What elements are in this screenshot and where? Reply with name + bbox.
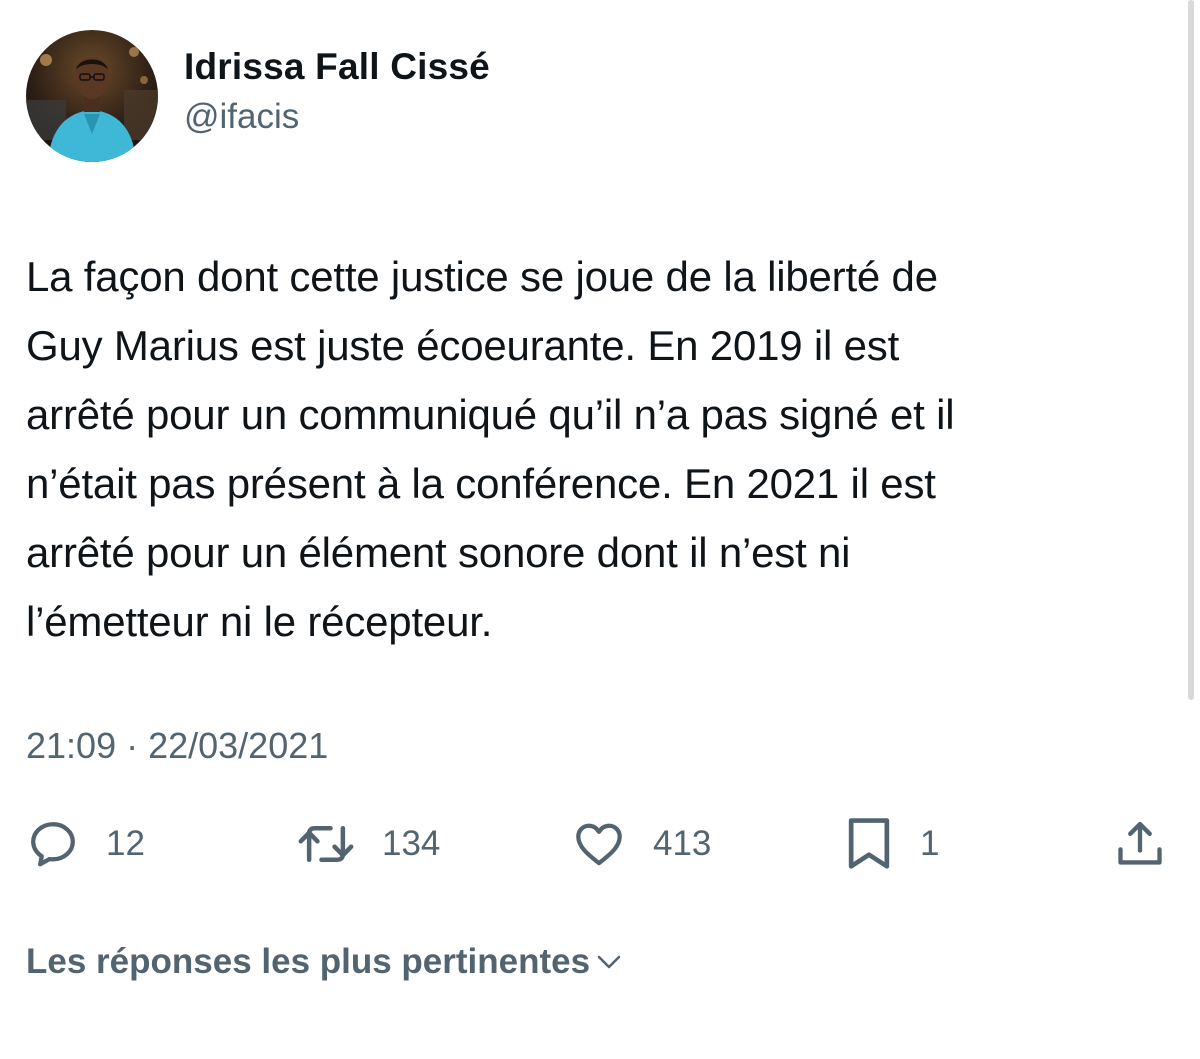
author-display-name[interactable]: Idrissa Fall Cissé <box>184 44 490 90</box>
replies-sort-label: Les réponses les plus pertinentes <box>26 942 591 981</box>
heart-icon <box>576 823 622 866</box>
reply-button[interactable]: 12 <box>26 812 145 876</box>
avatar[interactable] <box>26 30 158 162</box>
retweet-button[interactable]: 134 <box>296 812 440 876</box>
retweet-icon <box>298 826 354 862</box>
tweet-text: La façon dont cette justice se joue de l… <box>26 253 955 645</box>
reply-count: 12 <box>106 824 145 863</box>
bookmark-button[interactable]: 1 <box>844 812 939 876</box>
author-names: Idrissa Fall Cissé @ifacis <box>184 44 490 140</box>
tweet-actions-bar: 12 134 413 1 <box>26 812 1176 876</box>
replies-sort-dropdown[interactable]: Les réponses les plus pertinentes <box>26 938 624 986</box>
avatar-image <box>26 30 158 162</box>
share-button[interactable] <box>1114 812 1166 876</box>
tweet-detail-page: Idrissa Fall Cissé @ifacis La façon dont… <box>0 0 1200 1059</box>
scrollbar[interactable] <box>1188 0 1194 700</box>
bookmark-count: 1 <box>920 824 940 863</box>
chevron-down-icon <box>594 947 624 977</box>
tweet-timestamp[interactable]: 21:09 · 22/03/2021 <box>26 722 328 770</box>
tweet-header: Idrissa Fall Cissé @ifacis <box>26 30 490 162</box>
bookmark-icon <box>848 818 890 869</box>
share-icon <box>1118 821 1162 865</box>
reply-icon <box>31 822 75 867</box>
like-button[interactable]: 413 <box>571 812 711 876</box>
author-handle[interactable]: @ifacis <box>184 93 490 140</box>
like-count: 413 <box>653 824 712 863</box>
retweet-count: 134 <box>382 824 441 863</box>
